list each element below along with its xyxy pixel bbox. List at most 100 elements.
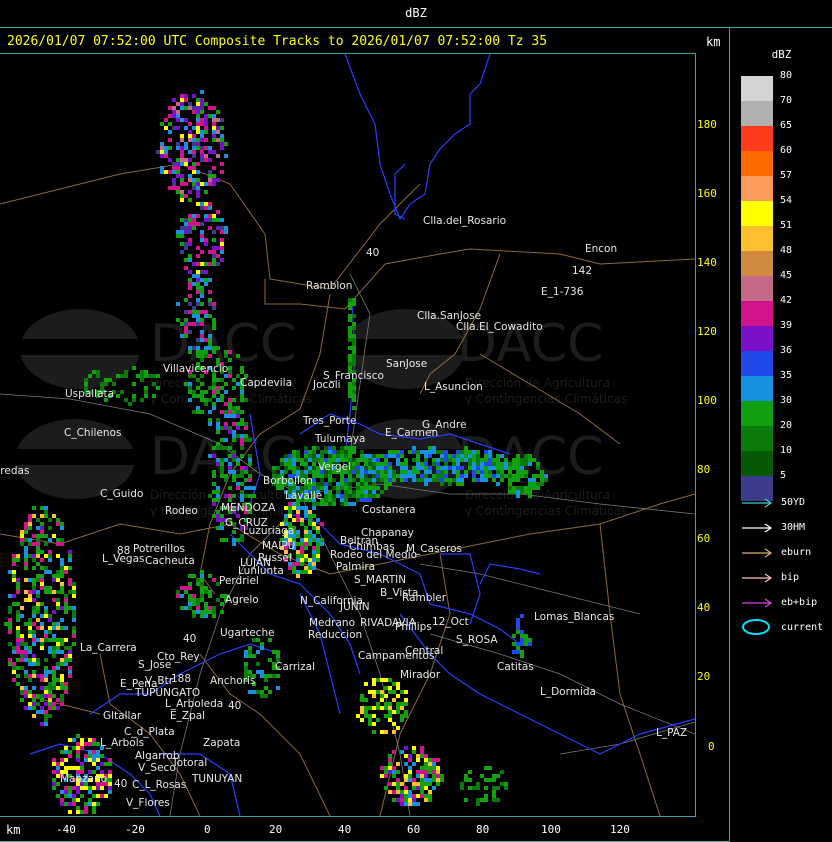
echo-pixel	[344, 502, 348, 506]
echo-pixel	[232, 410, 236, 414]
echo-pixel	[420, 450, 424, 454]
echo-pixel	[164, 126, 168, 130]
echo-pixel	[132, 382, 136, 386]
legend-swatch-39	[741, 326, 773, 351]
echo-pixel	[536, 466, 540, 470]
echo-pixel	[80, 766, 84, 770]
radar-map[interactable]: DACC Dirección de Agricultura y Continge…	[0, 53, 696, 817]
echo-pixel	[196, 350, 200, 354]
echo-pixel	[212, 378, 216, 382]
echo-pixel	[56, 522, 60, 526]
echo-pixel	[176, 126, 180, 130]
echo-pixel	[412, 466, 416, 470]
echo-pixel	[240, 438, 244, 442]
echo-pixel	[540, 474, 544, 478]
echo-pixel	[192, 262, 196, 266]
echo-pixel	[60, 694, 64, 698]
echo-pixel	[220, 170, 224, 174]
echo-pixel	[52, 590, 56, 594]
echo-pixel	[56, 766, 60, 770]
echo-pixel	[68, 550, 72, 554]
echo-pixel	[16, 626, 20, 630]
echo-pixel	[44, 690, 48, 694]
echo-pixel	[360, 710, 364, 714]
echo-pixel	[352, 354, 356, 358]
echo-pixel	[32, 630, 36, 634]
echo-pixel	[44, 674, 48, 678]
echo-pixel	[168, 130, 172, 134]
echo-pixel	[232, 430, 236, 434]
echo-pixel	[52, 778, 56, 782]
echo-pixel	[456, 470, 460, 474]
echo-pixel	[216, 442, 220, 446]
echo-pixel	[140, 370, 144, 374]
echo-pixel	[240, 442, 244, 446]
echo-pixel	[240, 494, 244, 498]
echo-pixel	[216, 126, 220, 130]
echo-pixel	[360, 450, 364, 454]
echo-pixel	[220, 378, 224, 382]
echo-pixel	[324, 494, 328, 498]
echo-pixel	[168, 122, 172, 126]
echo-pixel	[484, 478, 488, 482]
echo-pixel	[212, 606, 216, 610]
echo-pixel	[216, 494, 220, 498]
echo-pixel	[388, 766, 392, 770]
echo-pixel	[28, 650, 32, 654]
echo-pixel	[244, 666, 248, 670]
echo-pixel	[220, 386, 224, 390]
echo-pixel	[56, 642, 60, 646]
echo-pixel	[60, 642, 64, 646]
echo-pixel	[316, 550, 320, 554]
y-tick-label: 0	[708, 740, 715, 753]
echo-pixel	[72, 606, 76, 610]
echo-pixel	[352, 462, 356, 466]
echo-pixel	[508, 478, 512, 482]
echo-pixel	[32, 614, 36, 618]
echo-pixel	[196, 322, 200, 326]
echo-pixel	[404, 714, 408, 718]
legend-label-35: 35	[780, 370, 793, 381]
echo-pixel	[516, 626, 520, 630]
echo-pixel	[388, 678, 392, 682]
echo-pixel	[300, 462, 304, 466]
echo-pixel	[516, 490, 520, 494]
echo-pixel	[316, 502, 320, 506]
echo-pixel	[324, 450, 328, 454]
echo-pixel	[380, 706, 384, 710]
echo-pixel	[440, 778, 444, 782]
y-tick-label: 80	[697, 463, 711, 476]
echo-pixel	[484, 462, 488, 466]
echo-pixel	[188, 238, 192, 242]
echo-pixel	[424, 770, 428, 774]
echo-pixel	[144, 394, 148, 398]
echo-pixel	[356, 474, 360, 478]
echo-pixel	[412, 474, 416, 478]
echo-pixel	[76, 790, 80, 794]
echo-pixel	[436, 766, 440, 770]
echo-pixel	[220, 474, 224, 478]
echo-pixel	[20, 614, 24, 618]
echo-pixel	[368, 466, 372, 470]
echo-pixel	[352, 446, 356, 450]
echo-pixel	[284, 458, 288, 462]
echo-pixel	[36, 638, 40, 642]
echo-pixel	[240, 466, 244, 470]
legend-swatch-42	[741, 301, 773, 326]
place-label: V_Btr	[145, 675, 174, 687]
echo-pixel	[32, 642, 36, 646]
echo-pixel	[484, 766, 488, 770]
echo-pixel	[296, 470, 300, 474]
echo-pixel	[196, 354, 200, 358]
echo-pixel	[152, 394, 156, 398]
echo-pixel	[168, 106, 172, 110]
echo-pixel	[224, 350, 228, 354]
echo-pixel	[232, 470, 236, 474]
echo-pixel	[296, 502, 300, 506]
echo-pixel	[196, 262, 200, 266]
echo-pixel	[156, 374, 160, 378]
echo-pixel	[304, 530, 308, 534]
echo-pixel	[396, 694, 400, 698]
echo-pixel	[404, 470, 408, 474]
radar-map-canvas[interactable]: DACC Dirección de Agricultura y Continge…	[0, 54, 695, 816]
